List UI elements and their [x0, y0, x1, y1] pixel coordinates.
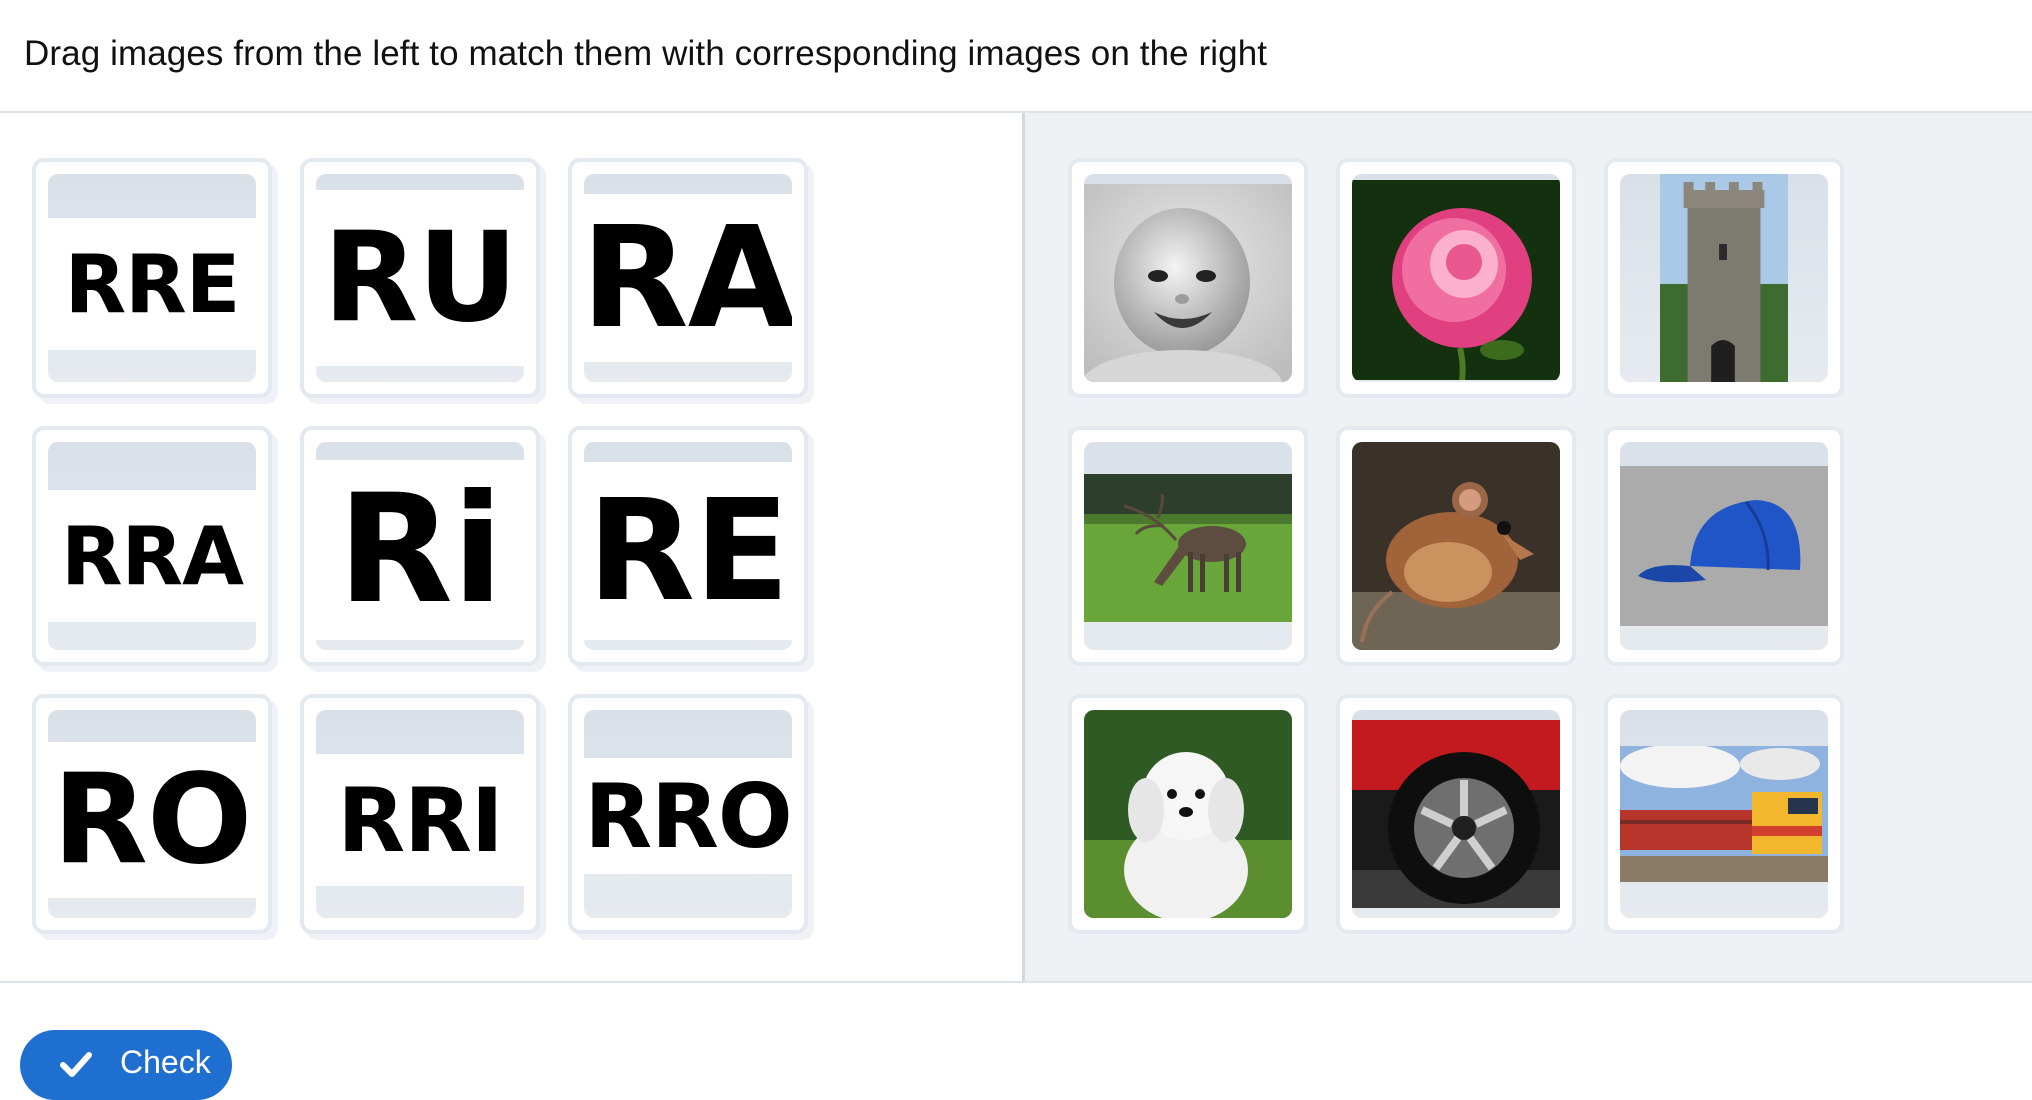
target-tower[interactable] — [1604, 158, 1844, 398]
reindeer-image — [1084, 474, 1292, 622]
footer-bar — [0, 983, 2032, 1084]
target-mouse[interactable] — [1336, 426, 1576, 666]
rose-image — [1352, 180, 1560, 380]
check-button[interactable]: Check — [20, 1030, 232, 1100]
car-wheel-image — [1352, 720, 1560, 908]
instruction-text: Drag images from the left to match them … — [24, 34, 1268, 73]
puppy-image — [1084, 710, 1292, 918]
word-card-rro[interactable]: RRO — [568, 694, 808, 934]
cap-image — [1620, 466, 1828, 626]
word-card-text: RO — [48, 742, 256, 898]
word-card-re[interactable]: RE — [568, 426, 808, 666]
word-card-ri[interactable]: Ri — [300, 426, 540, 666]
target-reindeer[interactable] — [1068, 426, 1308, 666]
target-puppy[interactable] — [1068, 694, 1308, 934]
word-card-ra[interactable]: RA — [568, 158, 808, 398]
word-card-text: RRI — [316, 754, 524, 886]
word-card-text: RE — [584, 462, 792, 640]
word-card-text: RRA — [48, 490, 256, 622]
target-train[interactable] — [1604, 694, 1844, 934]
word-card-text: RRE — [48, 218, 256, 350]
tower-image — [1660, 174, 1788, 382]
mouse-image — [1352, 442, 1560, 650]
word-card-rra[interactable]: RRA — [32, 426, 272, 666]
target-car-wheel[interactable] — [1336, 694, 1576, 934]
word-card-text: RRO — [584, 758, 792, 874]
target-cap[interactable] — [1604, 426, 1844, 666]
train-image — [1620, 746, 1828, 882]
word-card-rre[interactable]: RRE — [32, 158, 272, 398]
word-card-ro[interactable]: RO — [32, 694, 272, 934]
target-baby[interactable] — [1068, 158, 1308, 398]
instruction-bar: Drag images from the left to match them … — [0, 0, 2032, 113]
word-card-text: RA — [584, 194, 792, 362]
target-rose[interactable] — [1336, 158, 1576, 398]
word-card-text: Ri — [316, 460, 524, 640]
word-card-text: RU — [316, 190, 524, 366]
baby-image — [1084, 184, 1292, 382]
check-button-label: Check — [120, 1044, 211, 1080]
check-icon — [60, 1052, 92, 1077]
word-card-ru[interactable]: RU — [300, 158, 540, 398]
word-card-rri[interactable]: RRI — [300, 694, 540, 934]
